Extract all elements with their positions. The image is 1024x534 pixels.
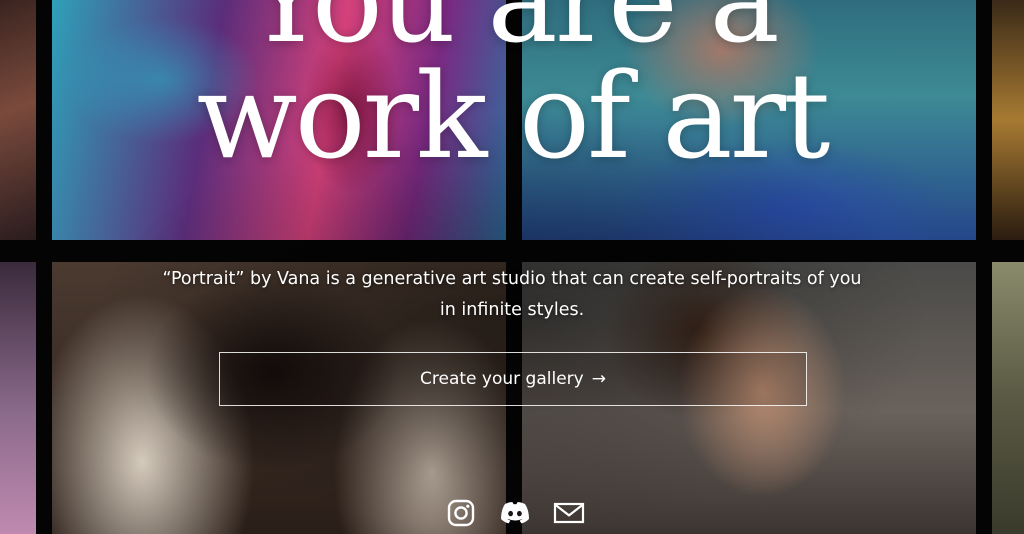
headline-line-2: work of art — [196, 47, 831, 185]
discord-link[interactable] — [499, 498, 531, 528]
instagram-link[interactable] — [445, 498, 477, 528]
portrait-tile — [992, 262, 1024, 534]
social-links — [445, 498, 585, 528]
portrait-tile — [0, 262, 36, 534]
email-link[interactable] — [553, 498, 585, 528]
landing-page: You are a work of art “Portrait” by Vana… — [0, 0, 1024, 534]
arrow-right-icon: → — [591, 369, 606, 389]
create-gallery-button[interactable]: Create your gallery → — [219, 352, 807, 406]
discord-icon — [501, 502, 529, 524]
hero-subtitle: “Portrait” by Vana is a generative art s… — [162, 269, 862, 320]
instagram-icon — [447, 499, 475, 527]
mail-icon — [553, 502, 585, 524]
hero-headline: You are a work of art — [0, 0, 1024, 185]
create-gallery-label: Create your gallery — [420, 369, 584, 389]
